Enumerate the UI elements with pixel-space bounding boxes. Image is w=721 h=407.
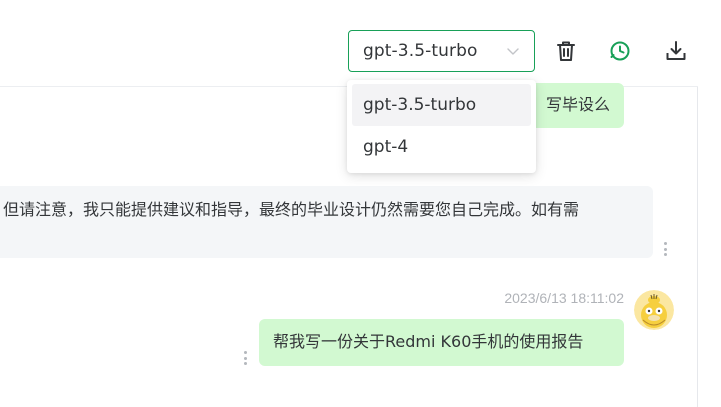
delete-icon [557, 41, 575, 61]
model-select-value: gpt-3.5-turbo [363, 41, 478, 61]
download-icon [666, 41, 686, 60]
message-text: 但请注意，我只能提供建议和指导，最终的毕业设计仍然需要您自己完成。如有需 [3, 200, 580, 219]
model-dropdown-menu: gpt-3.5-turbo gpt-4 [347, 80, 536, 173]
message-more-icon[interactable] [243, 351, 247, 365]
model-select[interactable]: gpt-3.5-turbo [348, 30, 535, 72]
message-timestamp: 2023/6/13 18:11:02 [504, 290, 624, 306]
download-button[interactable] [661, 36, 691, 66]
user-message-bubble: 帮我写一份关于Redmi K60手机的使用报告 [259, 319, 624, 366]
message-text: 帮我写一份关于Redmi K60手机的使用报告 [273, 332, 584, 351]
model-option-gpt-4[interactable]: gpt-4 [352, 126, 531, 168]
delete-button[interactable] [551, 36, 581, 66]
message-text: 写毕设么 [545, 95, 610, 114]
message-more-icon[interactable] [663, 242, 667, 256]
model-option-gpt-3-5-turbo[interactable]: gpt-3.5-turbo [352, 84, 531, 126]
history-button[interactable] [605, 36, 635, 66]
assistant-message-bubble: 但请注意，我只能提供建议和指导，最终的毕业设计仍然需要您自己完成。如有需 [0, 186, 653, 258]
history-icon [610, 41, 630, 61]
chevron-down-icon [507, 48, 519, 55]
user-avatar [634, 290, 674, 330]
